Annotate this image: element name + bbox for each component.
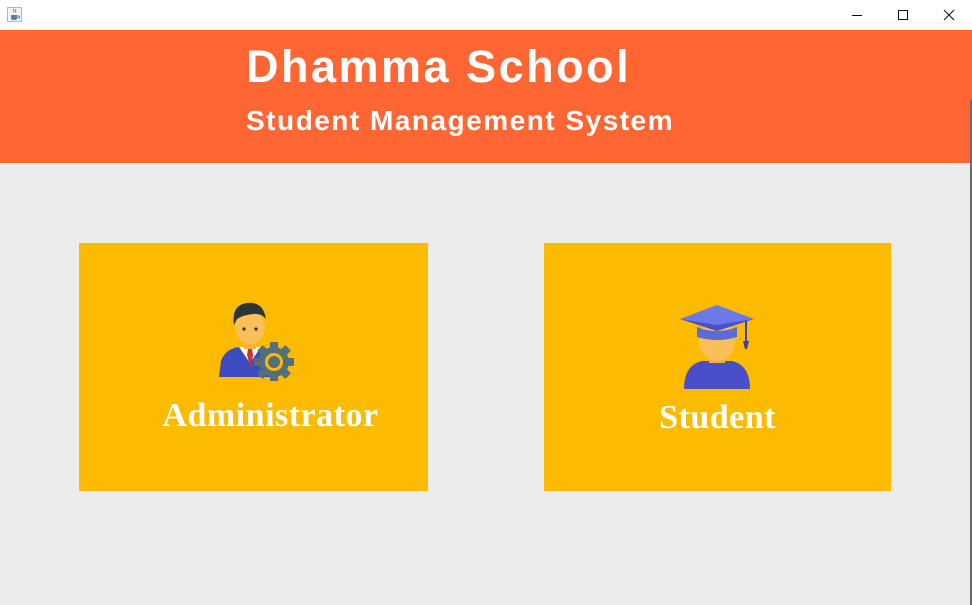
app-header: Dhamma School Student Management System	[0, 30, 972, 163]
maximize-icon	[898, 10, 908, 20]
administrator-label: Administrator	[162, 397, 379, 434]
close-button[interactable]	[926, 0, 972, 30]
student-label: Student	[659, 399, 776, 436]
administrator-button[interactable]: Administrator	[79, 243, 428, 491]
graduate-student-icon	[680, 303, 754, 389]
minimize-icon	[852, 15, 862, 16]
minimize-button[interactable]	[834, 0, 880, 30]
close-icon	[943, 9, 955, 21]
page-title: Dhamma School	[246, 41, 632, 92]
page-subtitle: Student Management System	[246, 105, 675, 136]
maximize-button[interactable]	[880, 0, 926, 30]
student-button[interactable]: Student	[544, 243, 891, 491]
admin-settings-icon	[217, 297, 299, 382]
java-cup-icon	[7, 7, 22, 22]
window-titlebar	[0, 0, 972, 30]
